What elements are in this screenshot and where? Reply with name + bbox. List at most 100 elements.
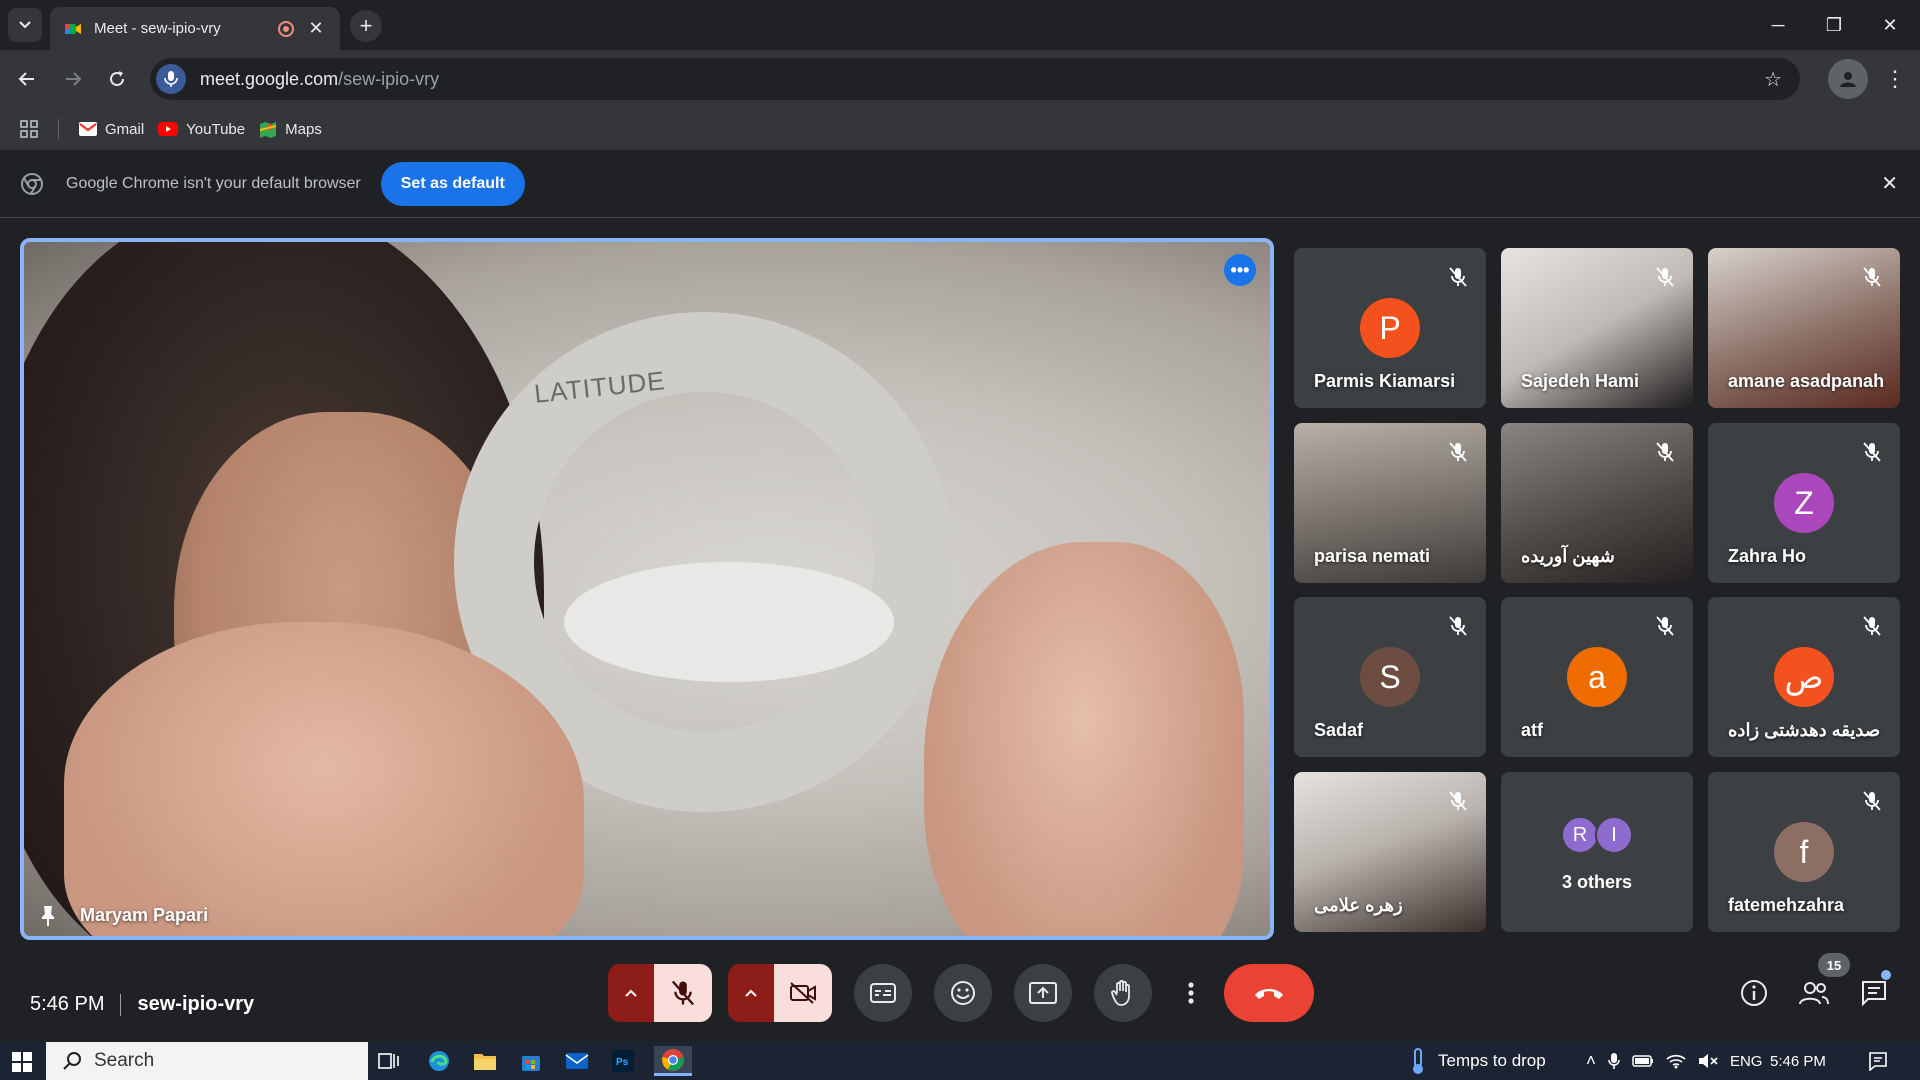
people-button[interactable] bbox=[1798, 977, 1830, 1009]
microphone-in-use-icon[interactable] bbox=[156, 64, 186, 94]
participant-tile[interactable]: P Parmis Kiamarsi bbox=[1294, 248, 1486, 408]
video-options-button[interactable] bbox=[728, 964, 774, 1022]
participant-name: زهره علامی bbox=[1314, 895, 1403, 915]
others-tile[interactable]: R I 3 others bbox=[1501, 772, 1693, 932]
volume-muted-icon[interactable] bbox=[1698, 1053, 1718, 1069]
participant-name: صدیقه دهدشتی زاده bbox=[1728, 720, 1881, 740]
more-options-button[interactable] bbox=[1174, 964, 1208, 1022]
battery-icon[interactable] bbox=[1632, 1055, 1654, 1067]
chevron-up-icon[interactable]: ˄ bbox=[1586, 1051, 1596, 1071]
windows-start-icon[interactable] bbox=[12, 1052, 32, 1072]
edge-browser-icon[interactable] bbox=[424, 1046, 454, 1076]
wifi-icon[interactable] bbox=[1666, 1053, 1686, 1069]
mic-off-icon bbox=[1863, 267, 1881, 287]
mail-icon[interactable] bbox=[562, 1046, 592, 1076]
back-button[interactable] bbox=[10, 62, 44, 96]
others-avatars: R I bbox=[1561, 816, 1633, 854]
close-window-button[interactable]: ✕ bbox=[1862, 0, 1918, 50]
bookmarks-bar: Gmail YouTube Maps bbox=[0, 108, 1920, 150]
participant-tile[interactable]: زهره علامی bbox=[1294, 772, 1486, 932]
captions-button[interactable] bbox=[854, 964, 912, 1022]
set-as-default-button[interactable]: Set as default bbox=[380, 161, 525, 206]
file-explorer-icon[interactable] bbox=[470, 1046, 500, 1076]
taskbar-search-label: Search bbox=[94, 1050, 155, 1071]
leave-call-button[interactable] bbox=[1224, 964, 1314, 1022]
chrome-taskbar-icon[interactable] bbox=[654, 1046, 692, 1076]
microphone-icon[interactable] bbox=[1608, 1052, 1620, 1070]
meeting-code: sew-ipio-vry bbox=[137, 993, 255, 1015]
raise-hand-button[interactable] bbox=[1094, 964, 1152, 1022]
profile-avatar[interactable] bbox=[1828, 59, 1868, 99]
url-text: meet.google.com/sew-ipio-vry bbox=[200, 68, 440, 89]
meeting-details-button[interactable] bbox=[1738, 977, 1770, 1009]
chat-icon bbox=[1862, 981, 1886, 1007]
bookmark-star-icon[interactable]: ☆ bbox=[1764, 67, 1782, 92]
language-indicator[interactable]: ENG bbox=[1730, 1053, 1763, 1070]
taskbar-search-box[interactable]: Search bbox=[46, 1042, 368, 1080]
present-icon bbox=[1029, 982, 1057, 1004]
weather-widget[interactable]: Temps to drop bbox=[1410, 1042, 1546, 1080]
photoshop-icon[interactable]: Ps bbox=[608, 1046, 638, 1076]
participant-tile[interactable]: شهین آوریده bbox=[1501, 423, 1693, 583]
apps-grid-icon[interactable] bbox=[20, 120, 38, 138]
tab-title: Meet - sew-ipio-vry bbox=[94, 20, 221, 37]
participant-tile[interactable]: amane asadpanah bbox=[1708, 248, 1900, 408]
reload-icon bbox=[110, 71, 124, 86]
participant-tile[interactable]: Sajedeh Hami bbox=[1501, 248, 1693, 408]
bookmark-maps[interactable]: Maps bbox=[259, 120, 322, 138]
mic-off-icon bbox=[1449, 267, 1467, 287]
people-icon bbox=[1799, 982, 1829, 1005]
minimize-button[interactable]: ─ bbox=[1750, 0, 1806, 50]
address-bar[interactable]: meet.google.com/sew-ipio-vry ☆ bbox=[150, 58, 1800, 100]
bookmark-gmail[interactable]: Gmail bbox=[79, 121, 144, 138]
tile-options-button[interactable]: ••• bbox=[1224, 254, 1256, 286]
browser-menu-button[interactable]: ⋮ bbox=[1880, 62, 1910, 96]
participant-name: Parmis Kiamarsi bbox=[1314, 371, 1456, 391]
participant-tile[interactable]: f fatemehzahra bbox=[1708, 772, 1900, 932]
meet-stage: LATITUDE ••• Maryam Papari P Parmis Kiam… bbox=[0, 218, 1920, 1042]
info-icon bbox=[1741, 980, 1767, 1006]
reload-button[interactable] bbox=[100, 62, 134, 96]
forward-button[interactable] bbox=[56, 62, 90, 96]
close-tab-icon[interactable]: ✕ bbox=[306, 18, 326, 39]
chat-button[interactable] bbox=[1858, 977, 1890, 1009]
mic-off-icon bbox=[1656, 442, 1674, 462]
browser-tab[interactable]: Meet - sew-ipio-vry ✕ bbox=[50, 7, 340, 50]
new-tab-button[interactable]: + bbox=[350, 10, 382, 42]
participant-name: Sajedeh Hami bbox=[1521, 371, 1640, 391]
participant-name: Sadaf bbox=[1314, 720, 1364, 740]
avatar: P bbox=[1360, 298, 1420, 358]
others-label: 3 others bbox=[1561, 872, 1633, 892]
participant-name: fatemehzahra bbox=[1728, 895, 1845, 915]
pin-icon[interactable] bbox=[36, 904, 60, 928]
avatar: Z bbox=[1774, 473, 1834, 533]
reactions-button[interactable] bbox=[934, 964, 992, 1022]
participant-tile[interactable]: ص صدیقه دهدشتی زاده bbox=[1708, 597, 1900, 757]
participant-tile[interactable]: S Sadaf bbox=[1294, 597, 1486, 757]
participant-tile[interactable]: parisa nemati bbox=[1294, 423, 1486, 583]
default-browser-infobar: Google Chrome isn't your default browser… bbox=[0, 150, 1920, 218]
microsoft-store-icon[interactable] bbox=[516, 1046, 546, 1076]
main-video-tile[interactable]: LATITUDE ••• Maryam Papari bbox=[20, 238, 1274, 940]
participant-tile[interactable]: a atf bbox=[1501, 597, 1693, 757]
mic-off-icon bbox=[1656, 616, 1674, 636]
mic-off-icon bbox=[1449, 616, 1467, 636]
svg-text:Ps: Ps bbox=[616, 1057, 629, 1068]
participant-name: amane asadpanah bbox=[1728, 371, 1885, 391]
tab-search-button[interactable] bbox=[8, 8, 42, 42]
close-infobar-icon[interactable]: ✕ bbox=[1881, 171, 1898, 196]
microphone-toggle-button[interactable] bbox=[654, 964, 712, 1022]
bookmark-youtube[interactable]: YouTube bbox=[158, 121, 245, 138]
chevron-down-icon bbox=[19, 21, 31, 29]
participant-tile[interactable]: Z Zahra Ho bbox=[1708, 423, 1900, 583]
taskbar-clock[interactable]: 5:46 PM bbox=[1770, 1042, 1826, 1080]
captions-icon bbox=[870, 983, 896, 1003]
task-view-icon[interactable] bbox=[374, 1046, 404, 1076]
meeting-time: 5:46 PM bbox=[30, 993, 105, 1015]
camera-toggle-button[interactable] bbox=[774, 964, 832, 1022]
audio-options-button[interactable] bbox=[608, 964, 654, 1022]
restore-button[interactable]: ❐ bbox=[1806, 0, 1862, 50]
present-screen-button[interactable] bbox=[1014, 964, 1072, 1022]
mic-off-icon bbox=[671, 980, 695, 1006]
notifications-icon[interactable] bbox=[1868, 1042, 1888, 1080]
